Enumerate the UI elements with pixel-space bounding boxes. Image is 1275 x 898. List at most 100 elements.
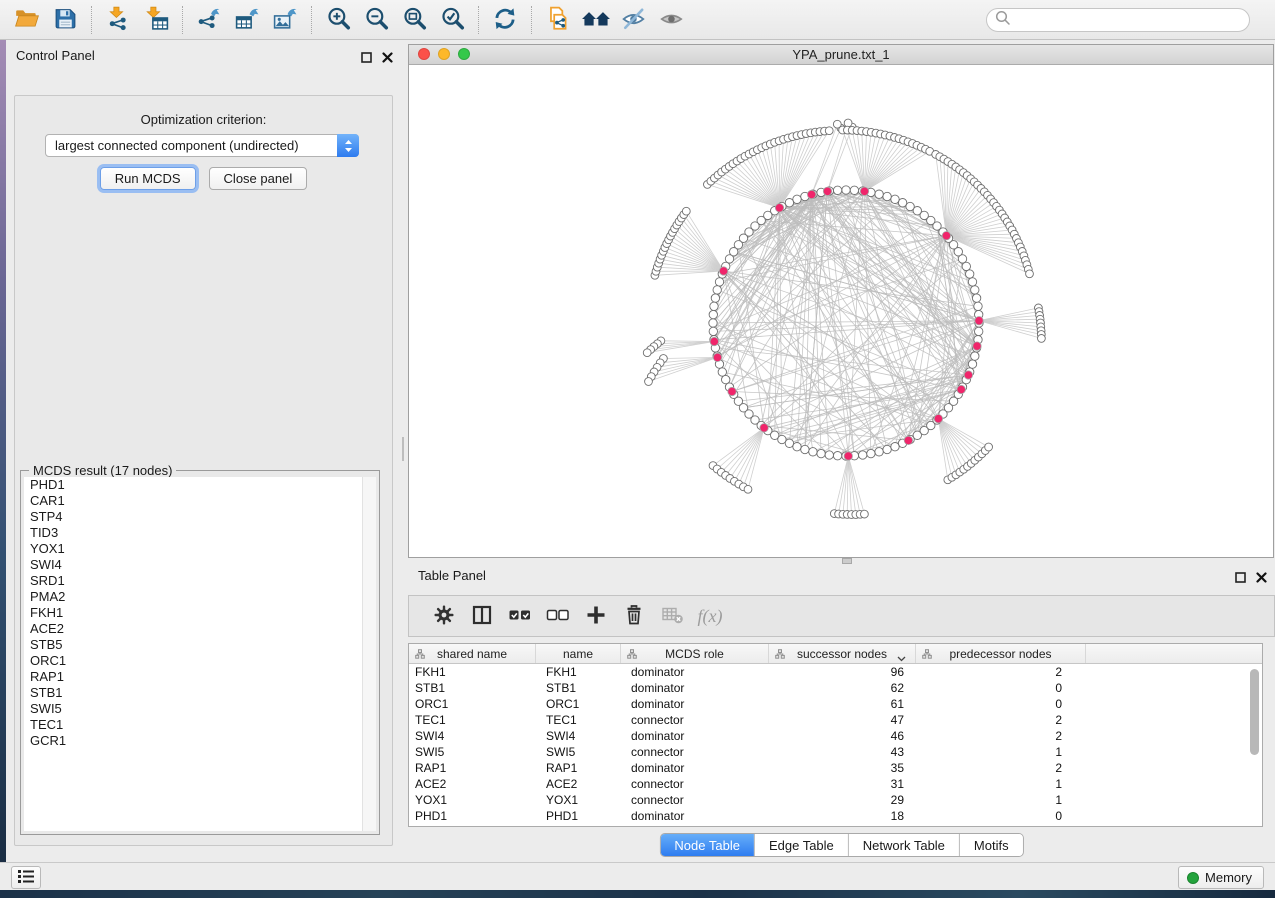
table-cell[interactable]: ACE2: [409, 776, 536, 792]
column-header-shared-name[interactable]: shared name: [409, 644, 536, 663]
table-cell[interactable]: 96: [769, 664, 916, 680]
table-row[interactable]: ACE2ACE2connector311: [409, 776, 1262, 792]
select-all-button[interactable]: [501, 599, 539, 633]
table-cell[interactable]: dominator: [621, 808, 769, 824]
mcds-result-item[interactable]: SRD1: [24, 573, 376, 589]
table-settings-button[interactable]: [425, 599, 463, 633]
mcds-result-item[interactable]: ORC1: [24, 653, 376, 669]
table-cell[interactable]: 29: [769, 792, 916, 808]
table-row[interactable]: PHD1PHD1dominator180: [409, 808, 1262, 824]
mcds-result-item[interactable]: PHD1: [24, 477, 376, 493]
network-canvas[interactable]: [409, 65, 1273, 557]
table-cell[interactable]: YOX1: [536, 792, 621, 808]
export-network-button[interactable]: [190, 3, 228, 37]
tab-edge-table[interactable]: Edge Table: [755, 834, 849, 856]
refresh-button[interactable]: [486, 3, 524, 37]
table-cell[interactable]: RAP1: [536, 760, 621, 776]
table-cell[interactable]: SWI5: [536, 744, 621, 760]
save-session-button[interactable]: [46, 3, 84, 37]
table-cell[interactable]: connector: [621, 712, 769, 728]
zoom-selected-button[interactable]: [433, 3, 471, 37]
network-window-titlebar[interactable]: YPA_prune.txt_1: [409, 45, 1273, 65]
mcds-result-item[interactable]: YOX1: [24, 541, 376, 557]
table-cell[interactable]: 31: [769, 776, 916, 792]
import-network-button[interactable]: [99, 3, 137, 37]
memory-button[interactable]: Memory: [1178, 866, 1264, 889]
table-row[interactable]: SWI5SWI5connector431: [409, 744, 1262, 760]
table-row[interactable]: ORC1ORC1dominator610: [409, 696, 1262, 712]
column-header-name[interactable]: name: [536, 644, 621, 663]
zoom-in-button[interactable]: [319, 3, 357, 37]
table-cell[interactable]: 0: [916, 808, 1086, 824]
table-cell[interactable]: FKH1: [536, 664, 621, 680]
table-row[interactable]: YOX1YOX1connector291: [409, 792, 1262, 808]
table-row[interactable]: SWI4SWI4dominator462: [409, 728, 1262, 744]
table-row[interactable]: RAP1RAP1dominator352: [409, 760, 1262, 776]
float-panel-icon[interactable]: [361, 50, 372, 68]
table-cell[interactable]: connector: [621, 776, 769, 792]
criterion-dropdown[interactable]: largest connected component (undirected): [45, 134, 359, 157]
zoom-out-button[interactable]: [357, 3, 395, 37]
table-cell[interactable]: 61: [769, 696, 916, 712]
table-cell[interactable]: 2: [916, 664, 1086, 680]
mcds-result-item[interactable]: CAR1: [24, 493, 376, 509]
show-task-history-button[interactable]: [11, 866, 41, 889]
column-header-successor-nodes[interactable]: successor nodes: [769, 644, 916, 663]
table-cell[interactable]: 62: [769, 680, 916, 696]
mcds-result-item[interactable]: ACE2: [24, 621, 376, 637]
table-cell[interactable]: ORC1: [409, 696, 536, 712]
duplicate-network-button[interactable]: [539, 3, 577, 37]
table-cell[interactable]: dominator: [621, 680, 769, 696]
table-cell[interactable]: dominator: [621, 664, 769, 680]
mcds-result-item[interactable]: GCR1: [24, 733, 376, 749]
mcds-result-item[interactable]: SWI5: [24, 701, 376, 717]
zoom-fit-button[interactable]: [395, 3, 433, 37]
search-input[interactable]: [1016, 12, 1249, 29]
table-cell[interactable]: SWI4: [409, 728, 536, 744]
close-panel-button[interactable]: Close panel: [209, 167, 308, 190]
table-cell[interactable]: 46: [769, 728, 916, 744]
table-cell[interactable]: 1: [916, 776, 1086, 792]
hide-selected-button[interactable]: [615, 3, 653, 37]
table-cell[interactable]: 35: [769, 760, 916, 776]
table-cell[interactable]: STB1: [536, 680, 621, 696]
create-column-button[interactable]: [577, 599, 615, 633]
table-scrollbar-thumb[interactable]: [1250, 669, 1259, 755]
function-builder-button[interactable]: f(x): [691, 599, 729, 633]
table-cell[interactable]: SWI4: [536, 728, 621, 744]
table-cell[interactable]: dominator: [621, 760, 769, 776]
table-cell[interactable]: 43: [769, 744, 916, 760]
table-cell[interactable]: TEC1: [536, 712, 621, 728]
export-image-button[interactable]: [266, 3, 304, 37]
table-cell[interactable]: PHD1: [536, 808, 621, 824]
mcds-result-item[interactable]: RAP1: [24, 669, 376, 685]
table-cell[interactable]: PHD1: [409, 808, 536, 824]
first-neighbors-button[interactable]: [577, 3, 615, 37]
table-cell[interactable]: STB1: [409, 680, 536, 696]
tab-node-table[interactable]: Node Table: [660, 834, 755, 856]
table-cell[interactable]: FKH1: [409, 664, 536, 680]
mcds-result-item[interactable]: STP4: [24, 509, 376, 525]
table-cell[interactable]: RAP1: [409, 760, 536, 776]
table-cell[interactable]: 1: [916, 792, 1086, 808]
mcds-result-item[interactable]: TEC1: [24, 717, 376, 733]
delete-table-button[interactable]: [653, 599, 691, 633]
mcds-result-item[interactable]: PMA2: [24, 589, 376, 605]
deselect-all-button[interactable]: [539, 599, 577, 633]
table-cell[interactable]: ACE2: [536, 776, 621, 792]
table-cell[interactable]: 0: [916, 680, 1086, 696]
table-cell[interactable]: 47: [769, 712, 916, 728]
table-cell[interactable]: SWI5: [409, 744, 536, 760]
table-cell[interactable]: YOX1: [409, 792, 536, 808]
table-row[interactable]: STB1STB1dominator620: [409, 680, 1262, 696]
mcds-result-list[interactable]: PHD1CAR1STP4TID3YOX1SWI4SRD1PMA2FKH1ACE2…: [24, 477, 376, 831]
search-field[interactable]: [986, 8, 1250, 32]
horizontal-splitter-handle[interactable]: [842, 558, 852, 564]
table-cell[interactable]: 2: [916, 728, 1086, 744]
mcds-result-item[interactable]: TID3: [24, 525, 376, 541]
close-panel-icon[interactable]: [382, 50, 393, 68]
table-cell[interactable]: connector: [621, 744, 769, 760]
show-all-button[interactable]: [653, 3, 691, 37]
table-cell[interactable]: 18: [769, 808, 916, 824]
column-header-mcds-role[interactable]: MCDS role: [621, 644, 769, 663]
